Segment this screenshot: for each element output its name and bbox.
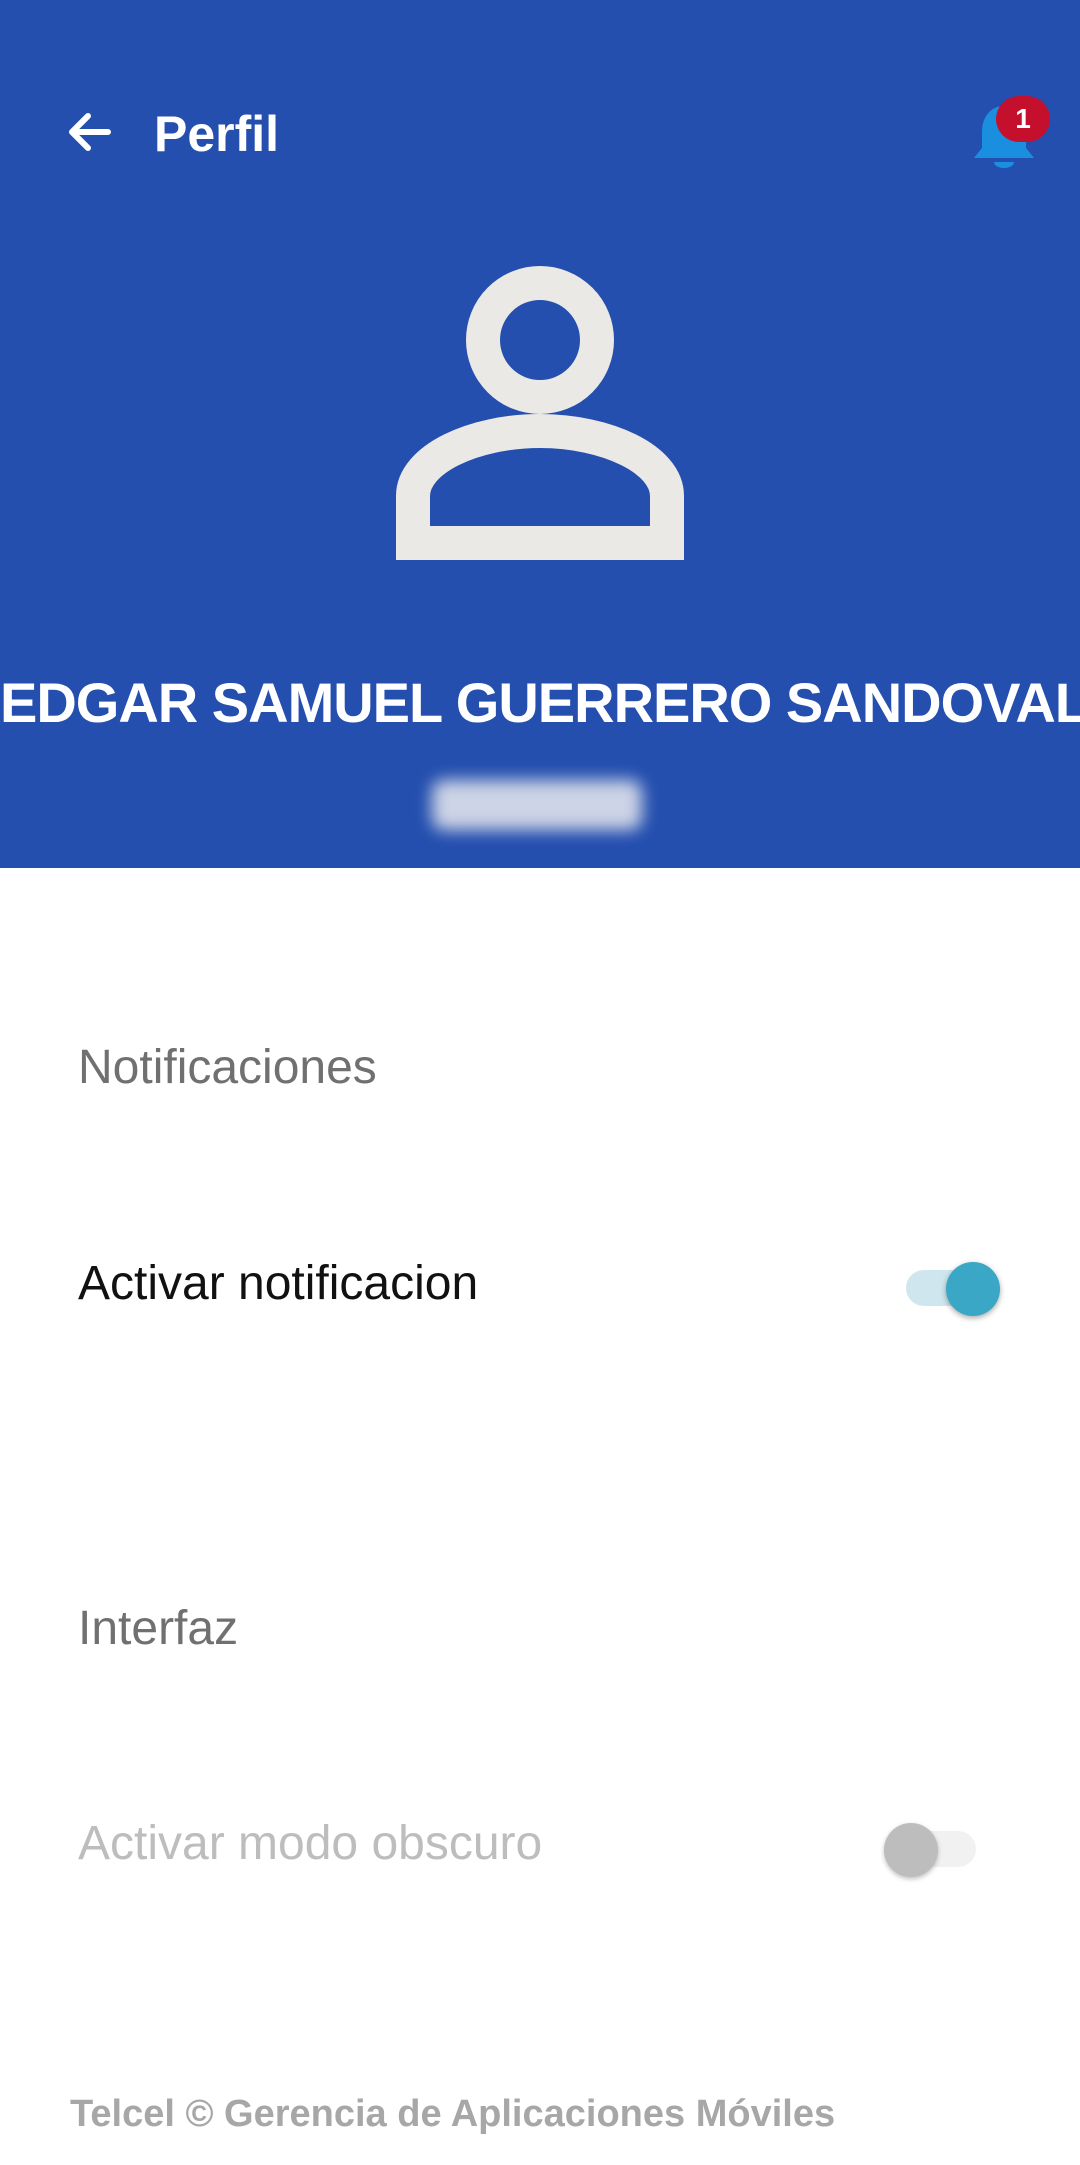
notifications-toggle-label: Activar notificacion (78, 1257, 479, 1310)
dark-mode-toggle-label: Activar modo obscuro (78, 1817, 543, 1870)
notifications-button[interactable]: 1 (958, 92, 1054, 182)
section-title-notifications: Notificaciones (78, 1041, 377, 1094)
toggle-thumb (884, 1823, 938, 1877)
arrow-left-icon (69, 113, 111, 151)
profile-header: Perfil 1 EDGAR SAMUEL GUERRERO SANDOVAL (0, 0, 1080, 868)
user-outline-icon (396, 266, 684, 560)
toggle-thumb (946, 1262, 1000, 1316)
user-name: EDGAR SAMUEL GUERRERO SANDOVAL (0, 671, 1080, 734)
notifications-toggle[interactable] (906, 1252, 1000, 1316)
dark-mode-toggle[interactable] (884, 1813, 976, 1877)
back-button[interactable] (58, 100, 122, 164)
section-title-interface: Interfaz (78, 1602, 239, 1655)
page-title: Perfil (154, 106, 280, 162)
employee-id-blurred (432, 780, 642, 830)
footer-copyright: Telcel © Gerencia de Aplicaciones Móvile… (70, 2093, 836, 2135)
notification-count-badge: 1 (996, 96, 1050, 142)
